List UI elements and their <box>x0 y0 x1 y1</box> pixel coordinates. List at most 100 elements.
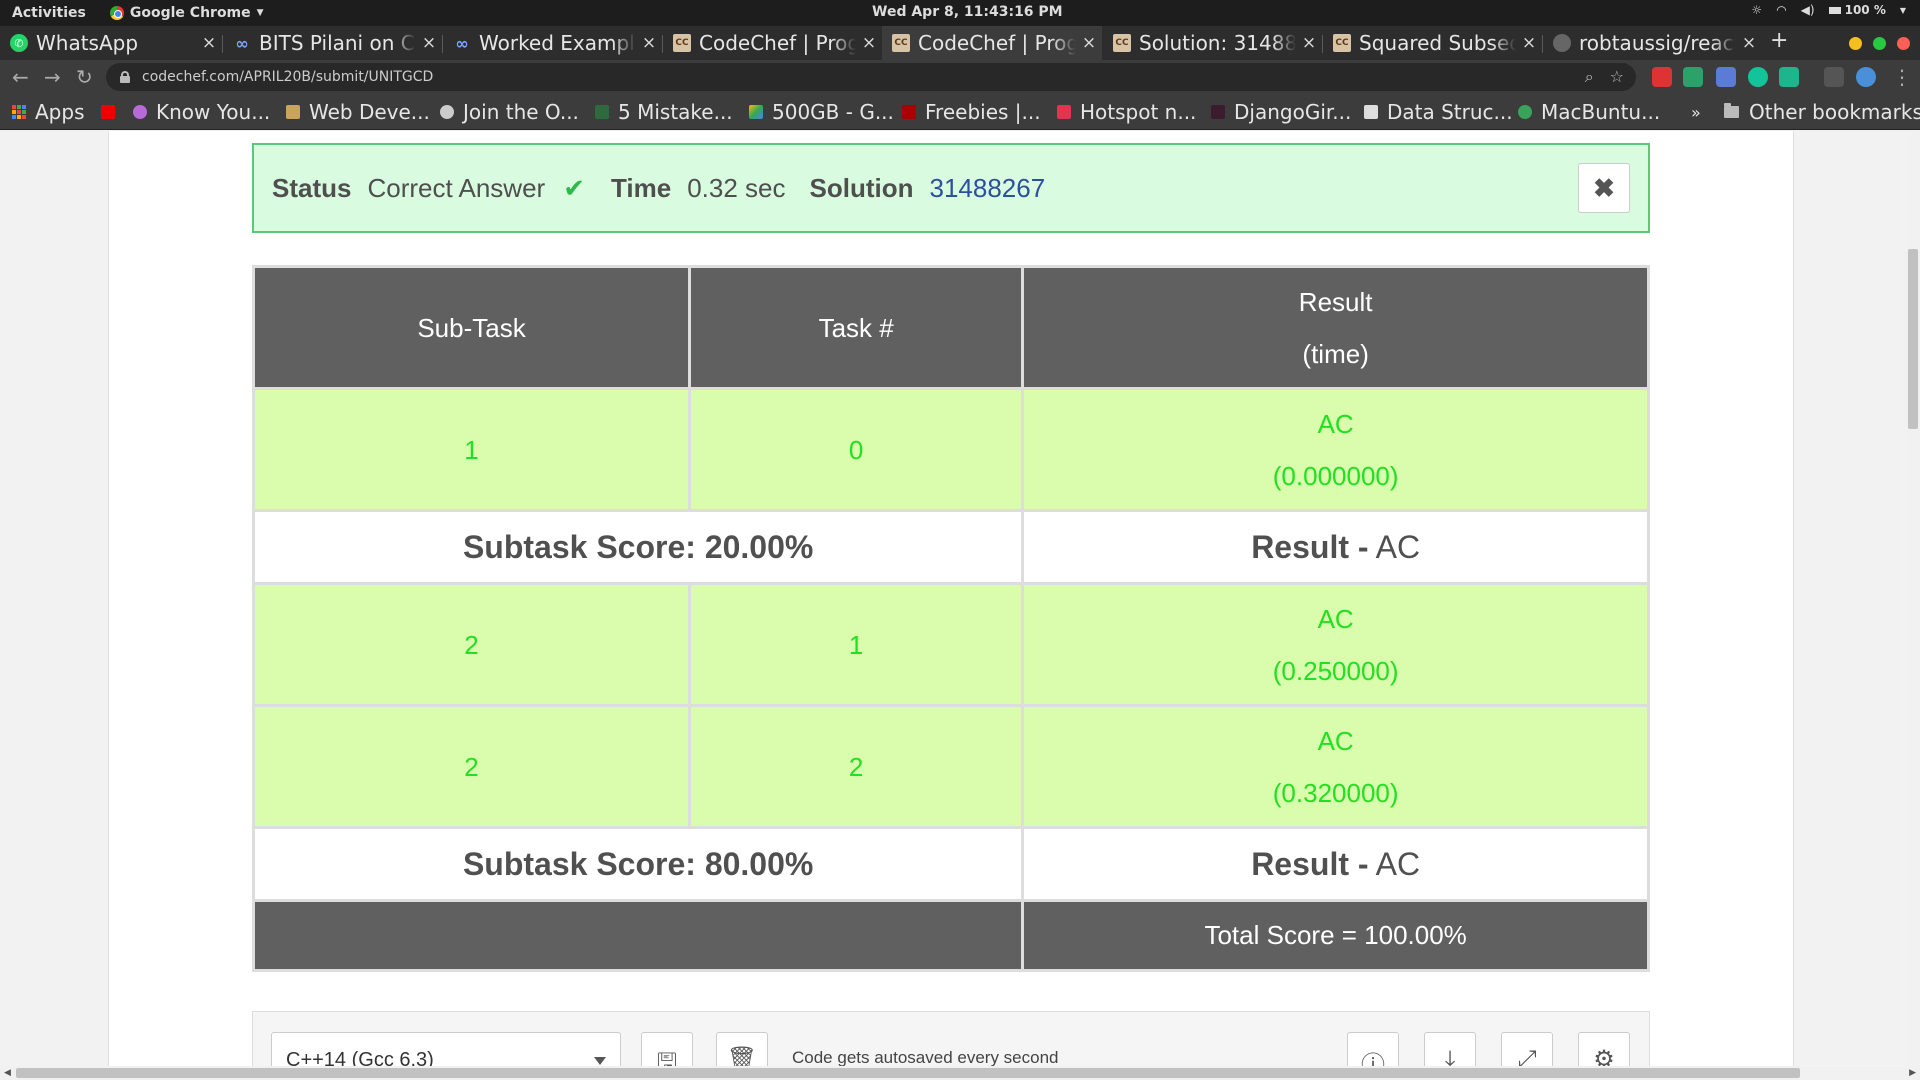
trash-icon: 🗑 <box>726 1045 758 1068</box>
activities-button[interactable]: Activities <box>12 5 86 21</box>
chrome-icon <box>109 6 124 20</box>
close-icon[interactable]: × <box>416 33 442 53</box>
settings-button[interactable]: ⚙ <box>1578 1032 1630 1068</box>
subtask-cell: 2 <box>251 704 692 829</box>
site-icon <box>440 105 454 119</box>
tab-whatsapp[interactable]: ✆ WhatsApp × <box>0 26 222 60</box>
bookmark-5-mistake[interactable]: 5 Mistake... <box>595 98 733 126</box>
download-button[interactable]: ⤓ <box>1424 1032 1476 1068</box>
bookmark-hotspot[interactable]: Hotspot n... <box>1057 98 1196 126</box>
subtask-result-label: Result - <box>1251 845 1369 882</box>
close-icon: ✖ <box>1593 172 1615 203</box>
result-verdict: AC <box>1317 408 1354 439</box>
fullscreen-button[interactable]: ⤢ <box>1501 1032 1553 1068</box>
bookmark-know-you[interactable]: Know You... <box>133 98 270 126</box>
close-icon[interactable]: × <box>196 33 222 53</box>
bookmark-label: Web Deve... <box>309 100 430 124</box>
time-label: Time <box>611 172 672 203</box>
result-cell: AC (0.320000) <box>1021 704 1650 829</box>
bookmark-djangogir[interactable]: DjangoGir... <box>1211 98 1351 126</box>
bookmark-freebies[interactable]: Freebies |... <box>902 98 1041 126</box>
tab-bits-pilani[interactable]: ∞ BITS Pilani on Coursera × <box>223 26 442 60</box>
new-tab-button[interactable]: + <box>1770 28 1788 53</box>
back-button[interactable]: ← <box>12 66 29 88</box>
close-icon[interactable]: × <box>1516 33 1542 53</box>
vertical-scroll-thumb[interactable] <box>1908 249 1918 429</box>
tab-codechef-1[interactable]: CC CodeChef | Programming × <box>663 26 882 60</box>
tab-title: WhatsApp <box>36 31 139 55</box>
chrome-menu-icon[interactable]: ⋮ <box>1892 66 1912 88</box>
bookmark-join-the[interactable]: Join the O... <box>440 98 579 126</box>
tab-codechef-active[interactable]: CC CodeChef | Programming × <box>882 26 1102 60</box>
volume-icon: ◀) <box>1800 3 1815 17</box>
solution-id-link[interactable]: 31488267 <box>930 173 1046 204</box>
close-icon[interactable]: × <box>1076 33 1102 53</box>
close-icon[interactable]: × <box>1296 33 1322 53</box>
system-top-bar: Activities Google Chrome ▼ Wed Apr 8, 11… <box>0 0 1920 26</box>
status-label: Status <box>272 172 352 203</box>
other-bookmarks-button[interactable]: Other bookmarks <box>1724 98 1920 126</box>
table-header-row: Sub-Task Task # Result (time) <box>251 265 1650 390</box>
forward-button[interactable]: → <box>44 66 61 88</box>
subtask-result: Result - AC <box>1021 826 1650 902</box>
apps-grid-icon <box>12 105 26 119</box>
bookmark-macbuntu[interactable]: MacBuntu... <box>1518 98 1660 126</box>
extension-mail-icon[interactable] <box>1683 67 1703 87</box>
minimize-button[interactable] <box>1849 37 1862 50</box>
total-score-row: Total Score = 100.00% <box>251 899 1650 972</box>
chevron-down-icon: ▼ <box>1899 5 1906 15</box>
system-tray[interactable]: ☼ ◠ ◀) 100 % ▼ <box>1751 3 1906 17</box>
vertical-scrollbar[interactable] <box>1906 131 1920 1068</box>
info-button[interactable]: ⓘ <box>1347 1032 1399 1068</box>
bookmark-data-struc[interactable]: Data Struc... <box>1364 98 1513 126</box>
tab-title: BITS Pilani on Coursera <box>259 31 416 55</box>
address-bar[interactable]: codechef.com/APRIL20B/submit/UNITGCD ⌕ ☆ <box>106 63 1636 91</box>
tab-squared-subsequences[interactable]: CC Squared Subsequences × <box>1323 26 1542 60</box>
result-time: (0.320000) <box>1272 777 1399 808</box>
extension-grammarly-icon[interactable] <box>1748 67 1768 87</box>
horizontal-scroll-thumb[interactable] <box>16 1068 1800 1078</box>
close-icon[interactable]: × <box>856 33 882 53</box>
bookmark-star-icon[interactable]: ☆ <box>1610 67 1624 87</box>
tab-worked-examples[interactable]: ∞ Worked Examples × <box>443 26 662 60</box>
close-icon[interactable]: × <box>636 33 662 53</box>
site-icon <box>133 105 147 119</box>
close-window-button[interactable] <box>1897 37 1910 50</box>
language-select[interactable]: C++14 (Gcc 6.3) <box>271 1032 621 1068</box>
autosave-note: Code gets autosaved every second <box>792 1048 1059 1067</box>
scroll-right-icon[interactable]: ▶ <box>1909 1068 1916 1078</box>
wifi-icon: ◠ <box>1776 3 1787 17</box>
bookmark-label: Know You... <box>156 100 271 124</box>
site-icon <box>1518 105 1532 119</box>
zoom-icon[interactable]: ⌕ <box>1585 67 1594 87</box>
close-icon[interactable]: × <box>1736 33 1762 53</box>
extension-s-icon[interactable] <box>1779 67 1799 87</box>
bookmarks-overflow-button[interactable]: » <box>1691 98 1701 126</box>
extension-adblock-icon[interactable] <box>1652 67 1672 87</box>
page-viewport: Status Correct Answer ✔ Time 0.32 sec So… <box>0 131 1920 1068</box>
save-button[interactable]: 🖫 <box>641 1032 693 1068</box>
maximize-button[interactable] <box>1873 37 1886 50</box>
bookmark-apps[interactable]: Apps <box>12 98 85 126</box>
reload-button[interactable]: ↻ <box>76 66 93 88</box>
subtask-score-row: Subtask Score: 80.00% Result - AC <box>251 826 1650 902</box>
horizontal-scrollbar[interactable]: ◀ ▶ <box>0 1066 1920 1080</box>
app-menu[interactable]: Google Chrome ▼ <box>109 5 264 21</box>
bookmark-label: Hotspot n... <box>1080 100 1197 124</box>
other-bookmarks-label: Other bookmarks <box>1749 100 1920 124</box>
close-status-button[interactable]: ✖ <box>1578 163 1630 213</box>
extension-rocket-icon[interactable] <box>1716 67 1736 87</box>
tab-github[interactable]: robtaussig/react- × <box>1543 26 1762 60</box>
chevron-right-icon: » <box>1691 102 1701 122</box>
delete-button[interactable]: 🗑 <box>716 1032 768 1068</box>
status-value: Correct Answer <box>367 172 546 203</box>
profile-avatar[interactable] <box>1856 67 1876 87</box>
scroll-left-icon[interactable]: ◀ <box>4 1068 11 1078</box>
clock[interactable]: Wed Apr 8, 11:43:16 PM <box>872 4 1063 20</box>
extension-list-icon[interactable] <box>1824 67 1844 87</box>
bookmark-youtube[interactable] <box>101 98 124 126</box>
codechef-icon: CC <box>673 34 691 52</box>
tab-solution[interactable]: CC Solution: 31488267 × <box>1103 26 1322 60</box>
bookmark-500gb[interactable]: 500GB - G... <box>749 98 894 126</box>
bookmark-web-deve[interactable]: Web Deve... <box>286 98 430 126</box>
